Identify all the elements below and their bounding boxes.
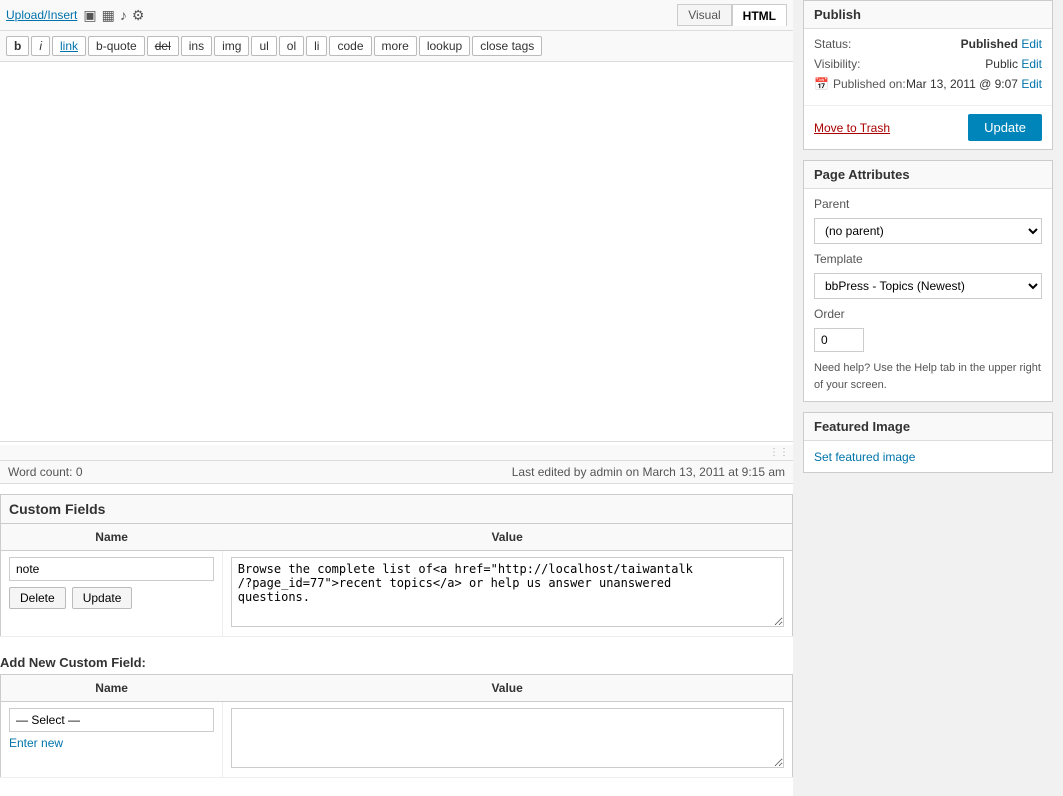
status-edit-link[interactable]: Edit	[1021, 37, 1042, 51]
enter-new-link[interactable]: Enter new	[9, 736, 214, 750]
featured-image-panel: Featured Image Set featured image	[803, 412, 1053, 473]
page-attributes-header: Page Attributes	[804, 161, 1052, 189]
publish-panel-body: Status: Published Edit Visibility: Publi…	[804, 29, 1052, 105]
cf-name-header: Name	[1, 524, 223, 551]
visibility-row: Visibility: Public Edit	[814, 57, 1042, 71]
ol-btn[interactable]: ol	[279, 36, 304, 56]
custom-fields-table: Name Value Delete Update	[0, 523, 793, 637]
help-text: Need help? Use the Help tab in the upper…	[814, 360, 1042, 393]
set-featured-image-link[interactable]: Set featured image	[814, 450, 915, 464]
audio-icon[interactable]: ♪	[120, 7, 127, 24]
ins-btn[interactable]: ins	[181, 36, 212, 56]
word-count: Word count: 0	[8, 465, 83, 479]
cf-row: Delete Update Browse the complete list o…	[1, 551, 793, 637]
visibility-label: Visibility:	[814, 57, 860, 71]
del-btn[interactable]: del	[147, 36, 179, 56]
resize-handle[interactable]: ⋮⋮	[0, 445, 793, 461]
page-attributes-body: Parent (no parent) Template bbPress - To…	[804, 189, 1052, 401]
last-edited: Last edited by admin on March 13, 2011 a…	[512, 465, 785, 479]
bold-btn[interactable]: b	[6, 36, 29, 56]
status-row: Status: Published Edit	[814, 37, 1042, 51]
bquote-btn[interactable]: b-quote	[88, 36, 145, 56]
code-btn[interactable]: code	[329, 36, 371, 56]
view-toggle: Visual HTML	[677, 4, 787, 26]
cf-name-select[interactable]: — Select —	[9, 708, 214, 732]
calendar-icon: 📅	[814, 77, 829, 91]
ul-btn[interactable]: ul	[251, 36, 276, 56]
parent-label: Parent	[814, 197, 1042, 211]
link-btn[interactable]: link	[52, 36, 86, 56]
featured-image-body: Set featured image	[804, 441, 1052, 472]
gallery-icon[interactable]: ▦	[102, 7, 115, 24]
parent-select[interactable]: (no parent)	[814, 218, 1042, 244]
featured-image-header: Featured Image	[804, 413, 1052, 441]
cf-new-row: — Select — Enter new	[1, 702, 793, 778]
published-row: 📅 Published on: Mar 13, 2011 @ 9:07 Edit	[814, 77, 1042, 91]
move-trash-button[interactable]: Move to Trash	[814, 121, 890, 135]
visual-btn[interactable]: Visual	[677, 4, 731, 26]
settings-icon[interactable]: ⚙	[132, 7, 145, 24]
published-edit-link[interactable]: Edit	[1021, 77, 1042, 91]
cf-name-input[interactable]	[9, 557, 214, 581]
cf-new-value-textarea[interactable]	[231, 708, 784, 768]
add-cf-title: Add New Custom Field:	[0, 647, 793, 674]
image-icon[interactable]: ▣	[83, 7, 96, 24]
publish-actions: Move to Trash Update	[804, 105, 1052, 149]
visibility-value: Public	[985, 57, 1018, 71]
format-bar: b i link b-quote del ins img ul ol li co…	[0, 31, 793, 62]
visibility-edit-link[interactable]: Edit	[1021, 57, 1042, 71]
status-value: Published	[961, 37, 1018, 51]
add-cf-table: Name Value — Select — Enter new	[0, 674, 793, 778]
li-btn[interactable]: li	[306, 36, 327, 56]
editor-textarea[interactable]	[0, 62, 793, 442]
cf-new-value-header: Value	[222, 675, 792, 702]
order-label: Order	[814, 307, 1042, 321]
page-attributes-panel: Page Attributes Parent (no parent) Templ…	[803, 160, 1053, 402]
template-label: Template	[814, 252, 1042, 266]
published-value: Mar 13, 2011 @ 9:07	[906, 77, 1018, 91]
template-select[interactable]: bbPress - Topics (Newest)	[814, 273, 1042, 299]
cf-new-name-header: Name	[1, 675, 223, 702]
editor-status-bar: Word count: 0 Last edited by admin on Ma…	[0, 461, 793, 484]
upload-toolbar: Upload/Insert ▣ ▦ ♪ ⚙ Visual HTML	[0, 0, 793, 31]
upload-insert-label[interactable]: Upload/Insert	[6, 8, 77, 22]
cf-value-header: Value	[222, 524, 792, 551]
img-btn[interactable]: img	[214, 36, 249, 56]
custom-fields-section: Custom Fields Name Value Delete Up	[0, 494, 793, 778]
order-input[interactable]	[814, 328, 864, 352]
cf-update-btn[interactable]: Update	[72, 587, 133, 609]
cf-delete-btn[interactable]: Delete	[9, 587, 66, 609]
custom-fields-title: Custom Fields	[0, 494, 793, 523]
sidebar: Publish Status: Published Edit Visibilit…	[793, 0, 1063, 796]
close-tags-btn[interactable]: close tags	[472, 36, 542, 56]
status-label: Status:	[814, 37, 851, 51]
update-button[interactable]: Update	[968, 114, 1042, 141]
more-btn[interactable]: more	[374, 36, 417, 56]
lookup-btn[interactable]: lookup	[419, 36, 470, 56]
cf-value-textarea[interactable]: Browse the complete list of<a href="http…	[231, 557, 784, 627]
publish-panel-header: Publish	[804, 1, 1052, 29]
italic-btn[interactable]: i	[31, 36, 50, 56]
published-label: Published on:	[833, 77, 906, 91]
html-btn[interactable]: HTML	[732, 4, 787, 26]
publish-panel: Publish Status: Published Edit Visibilit…	[803, 0, 1053, 150]
